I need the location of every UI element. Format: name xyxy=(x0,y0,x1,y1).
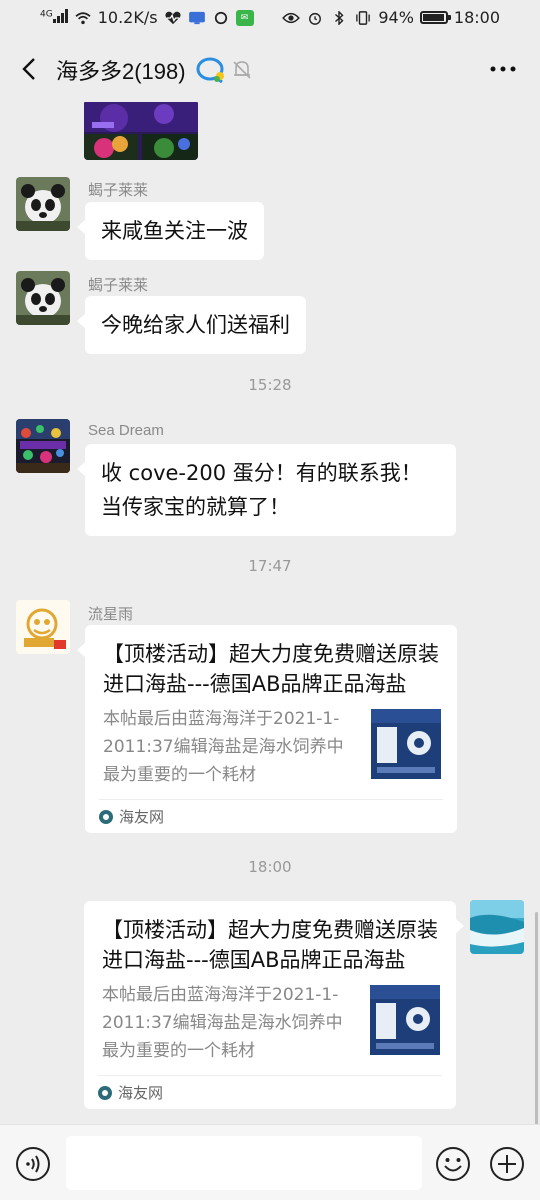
avatar-self-landscape[interactable] xyxy=(470,900,524,954)
input-bar xyxy=(0,1124,540,1200)
sender-name: Sea Dream xyxy=(88,422,164,439)
card-source: 海友网 xyxy=(99,799,443,827)
message-text: 当传家宝的就算了！ xyxy=(101,495,290,519)
emoji-icon[interactable] xyxy=(435,1146,471,1182)
mute-bell-icon xyxy=(233,61,251,79)
signal-icon xyxy=(52,9,68,23)
chat-title: 海多多2(198) xyxy=(56,59,186,84)
avatar-aquarium[interactable] xyxy=(16,419,70,473)
site-logo-icon xyxy=(99,809,113,824)
timestamp: 17:47 xyxy=(248,557,292,575)
card-title: 【顶楼活动】超大力度免费赠送原装进口海盐---德国AB品牌正品海盐 xyxy=(102,918,438,972)
avatar-panda[interactable] xyxy=(16,177,70,231)
voice-icon[interactable] xyxy=(15,1146,51,1182)
sender-name: 蝎子莱莱 xyxy=(88,277,149,294)
group-chat-bubble-icon xyxy=(196,57,224,84)
vibrate-icon xyxy=(356,10,371,25)
site-logo-icon xyxy=(98,1085,112,1100)
avatar-cartoon[interactable] xyxy=(16,600,70,654)
sender-name: 流星雨 xyxy=(88,606,134,623)
image-message[interactable] xyxy=(84,102,198,160)
eye-icon xyxy=(282,12,301,23)
screen-icon xyxy=(188,11,205,24)
card-thumbnail xyxy=(370,985,440,1055)
chat-message-list[interactable]: 蝎子莱莱 来咸鱼关注一波 蝎子莱莱 今晚给家人们送福利 15:28 Sea Dr… xyxy=(0,102,540,1124)
clock: 18:00 xyxy=(453,8,500,27)
chevron-left-icon[interactable] xyxy=(16,54,46,84)
timestamp: 15:28 xyxy=(248,376,292,394)
wifi-icon xyxy=(75,11,91,24)
card-title: 【顶楼活动】超大力度免费赠送原装进口海盐---德国AB品牌正品海盐 xyxy=(103,642,439,696)
sender-name: 蝎子莱莱 xyxy=(88,182,149,199)
message-text: 今晚给家人们送福利 xyxy=(101,313,290,337)
more-dots-icon[interactable] xyxy=(488,56,518,82)
timestamp: 18:00 xyxy=(248,858,292,876)
message-bubble[interactable]: 来咸鱼关注一波 xyxy=(77,202,264,260)
bluetooth-icon xyxy=(335,10,344,25)
plus-icon[interactable] xyxy=(489,1146,525,1182)
card-description: 本帖最后由蓝海海洋于2021-1-2011:37编辑海盐是海水饲养中最为重要的一… xyxy=(103,709,344,785)
message-text: 收 cove-200 蛋分！有的联系我！ xyxy=(101,461,422,485)
battery-percent: 94% xyxy=(378,8,414,27)
alarm-icon xyxy=(309,12,322,25)
battery-icon xyxy=(419,11,451,24)
message-text: 来咸鱼关注一波 xyxy=(101,219,248,243)
wechat-notification-icon: ✉ xyxy=(235,9,254,26)
link-card[interactable]: 【顶楼活动】超大力度免费赠送原装进口海盐---德国AB品牌正品海盐 本帖最后由蓝… xyxy=(77,625,457,833)
message-bubble[interactable]: 今晚给家人们送福利 xyxy=(77,296,306,354)
card-source: 海友网 xyxy=(98,1075,442,1103)
link-card[interactable]: 【顶楼活动】超大力度免费赠送原装进口海盐---德国AB品牌正品海盐 本帖最后由蓝… xyxy=(84,901,464,1109)
card-description: 本帖最后由蓝海海洋于2021-1-2011:37编辑海盐是海水饲养中最为重要的一… xyxy=(102,985,343,1061)
loading-circle-icon xyxy=(214,11,227,24)
message-bubble[interactable]: 收 cove-200 蛋分！有的联系我！ 当传家宝的就算了！ xyxy=(77,444,456,536)
network-speed: 10.2K/s xyxy=(97,8,158,27)
card-source-name: 海友网 xyxy=(118,1084,164,1102)
heart-monitor-icon xyxy=(164,11,181,24)
card-thumbnail xyxy=(371,709,441,779)
message-input[interactable] xyxy=(66,1136,422,1190)
card-source-name: 海友网 xyxy=(119,808,165,826)
network-indicator: 4G xyxy=(40,8,68,27)
scrollbar[interactable] xyxy=(535,912,538,1124)
status-bar: 4G 10.2K/s ✉ 94% 18:00 xyxy=(0,0,540,36)
avatar-panda[interactable] xyxy=(16,271,70,325)
chat-header: 海多多2(198) xyxy=(0,36,540,102)
